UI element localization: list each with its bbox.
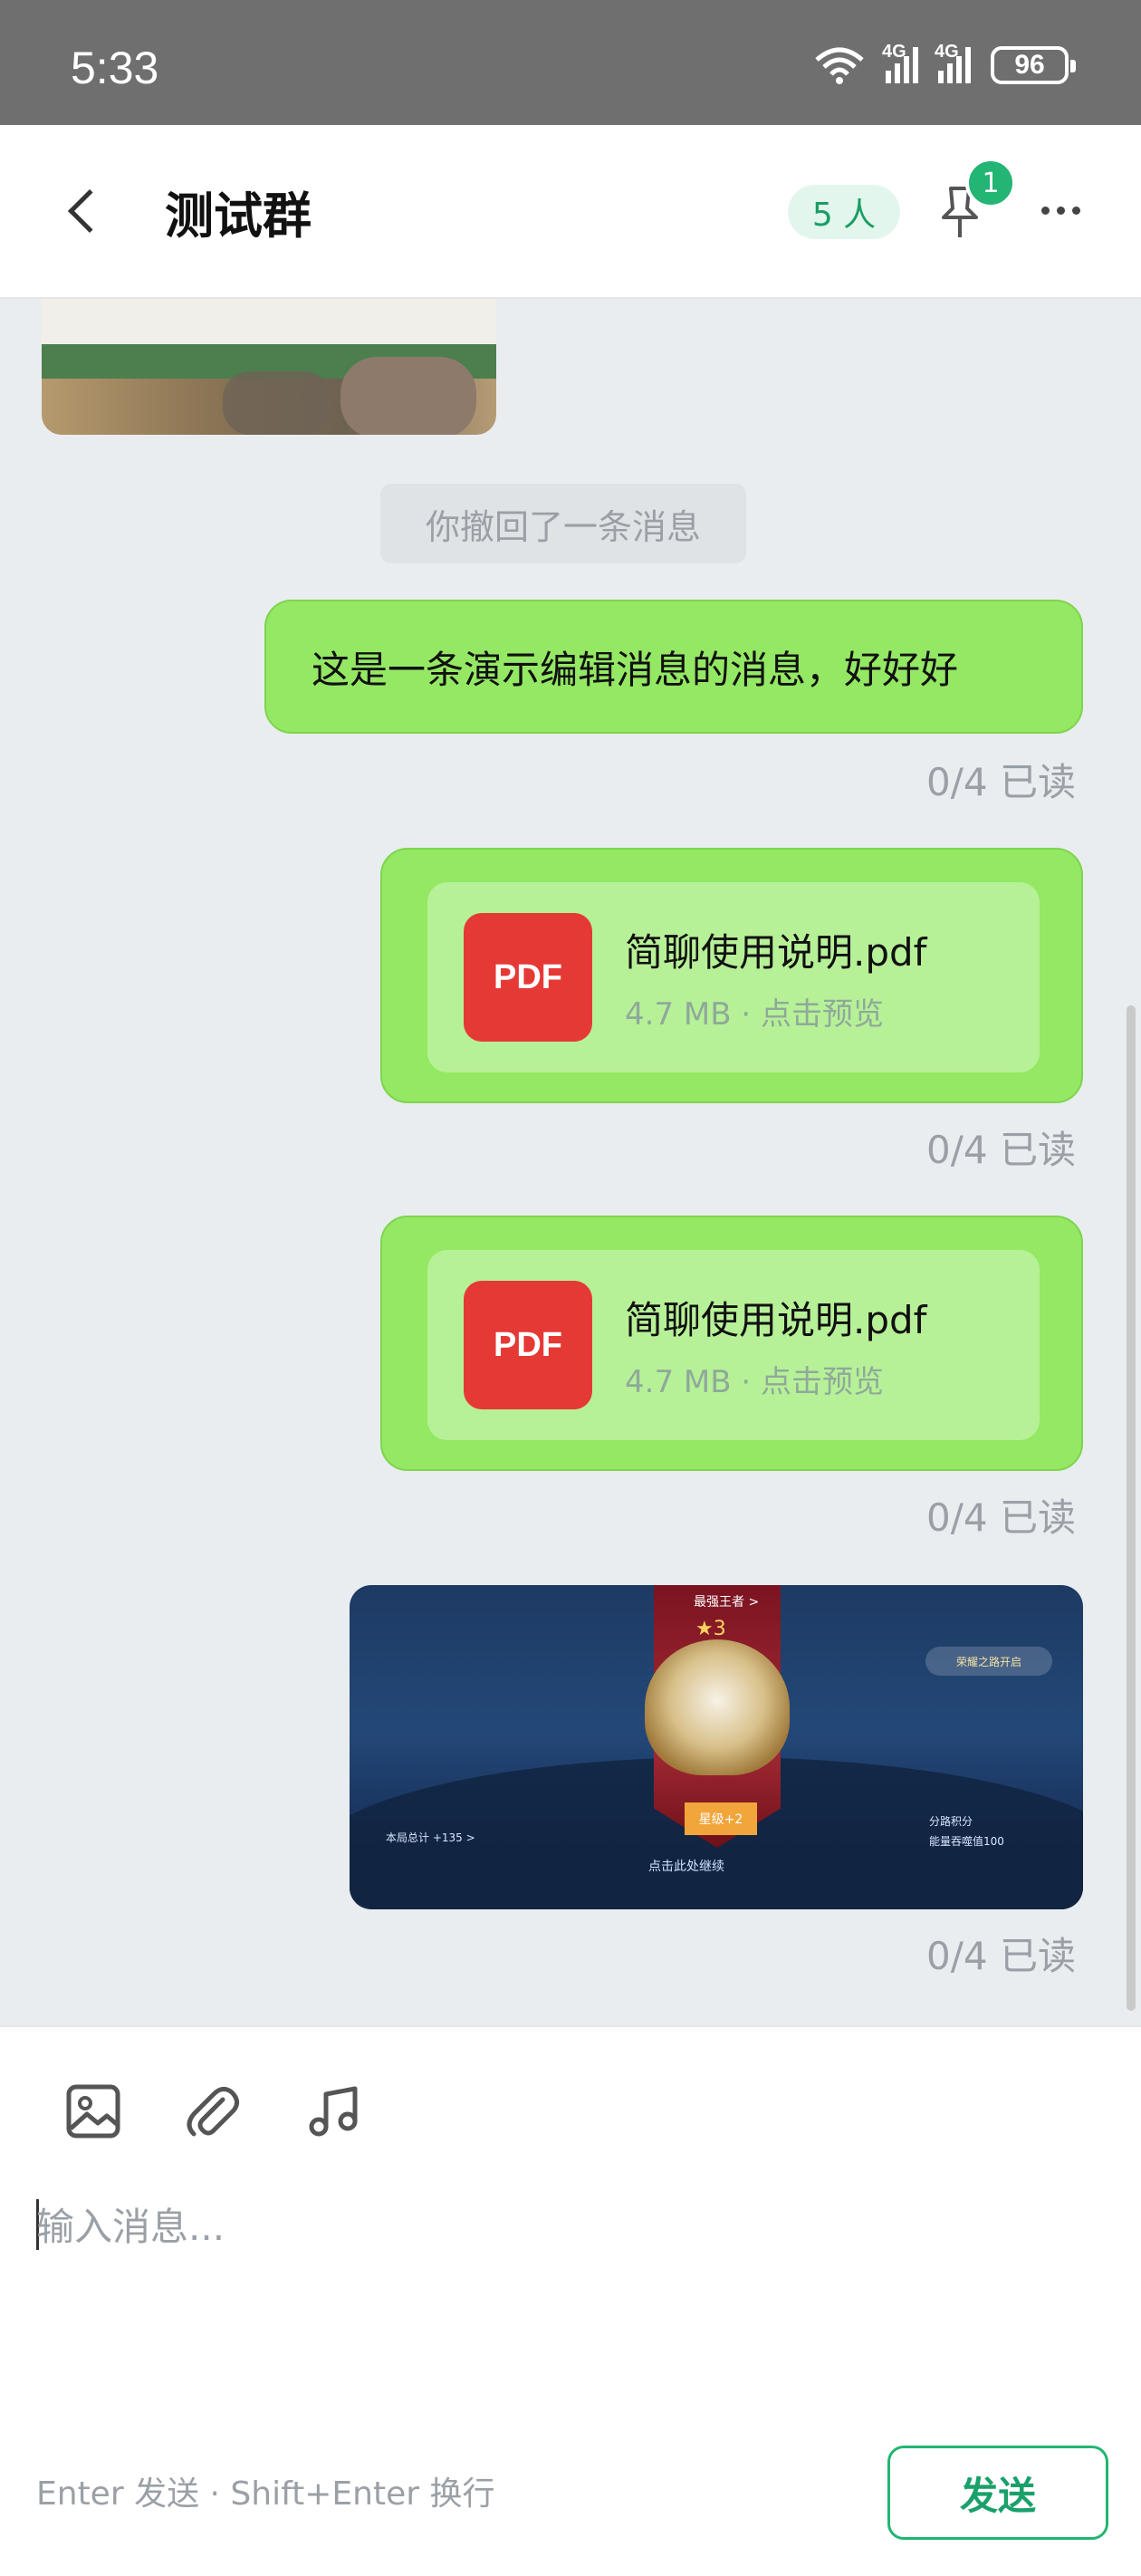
pdf-file-icon: PDF (464, 1281, 592, 1409)
pinned-count-badge: 1 (965, 158, 1016, 208)
music-icon[interactable] (304, 2081, 364, 2141)
send-button[interactable]: 发送 (887, 2446, 1108, 2540)
status-bar: 5:33 4G 4G 96 (0, 0, 1141, 125)
image-icon[interactable] (63, 2081, 123, 2141)
rank-crest-image (645, 1639, 790, 1775)
text-message-bubble[interactable]: 这是一条演示编辑消息的消息，好好好 (264, 600, 1083, 734)
image-message[interactable] (42, 299, 496, 435)
file-message-bubble[interactable]: PDF 简聊使用说明.pdf 4.7 MB · 点击预览 (380, 848, 1083, 1103)
status-time: 5:33 (71, 43, 159, 93)
revoked-notice: 你撤回了一条消息 (380, 484, 746, 563)
file-meta: 4.7 MB · 点击预览 (625, 1364, 884, 1400)
chevron-left-icon (67, 188, 112, 234)
game-screenshot-image-message[interactable]: 最强王者 > ★3 星级+2 点击此处继续 本局总计 +135 > 荣耀之路开启… (350, 1585, 1083, 1909)
read-status: 0/4 已读 (926, 1495, 1076, 1540)
message-input[interactable] (36, 2181, 1105, 2272)
keyboard-hint: Enter 发送 · Shift+Enter 换行 (36, 2475, 495, 2513)
file-name: 简聊使用说明.pdf (625, 930, 927, 975)
battery-indicator: 96 (991, 46, 1076, 84)
status-icons: 4G 4G 96 (813, 42, 1076, 85)
message-composer: Enter 发送 · Shift+Enter 换行 发送 (0, 2025, 1141, 2576)
file-card[interactable]: PDF 简聊使用说明.pdf 4.7 MB · 点击预览 (427, 882, 1040, 1072)
scrollbar[interactable] (1127, 1005, 1136, 2011)
member-count-badge[interactable]: 5 人 (788, 185, 900, 239)
signal-strength-2-icon: 4G (935, 42, 971, 83)
file-meta: 4.7 MB · 点击预览 (625, 996, 884, 1033)
back-button[interactable] (54, 176, 127, 248)
signal-strength-1-icon: 4G (882, 42, 918, 83)
message-text: 这是一条演示编辑消息的消息，好好好 (312, 647, 959, 692)
group-title: 测试群 (165, 187, 312, 245)
paperclip-icon[interactable] (181, 2081, 241, 2141)
message-list[interactable]: 你撤回了一条消息 这是一条演示编辑消息的消息，好好好 0/4 已读 PDF 简聊… (0, 299, 1141, 2025)
file-message-bubble[interactable]: PDF 简聊使用说明.pdf 4.7 MB · 点击预览 (380, 1216, 1083, 1471)
wifi-icon (815, 47, 864, 84)
pdf-file-icon: PDF (464, 913, 592, 1042)
file-name: 简聊使用说明.pdf (625, 1298, 927, 1342)
read-status: 0/4 已读 (926, 760, 1076, 804)
read-status: 0/4 已读 (926, 1934, 1076, 1978)
file-card[interactable]: PDF 简聊使用说明.pdf 4.7 MB · 点击预览 (427, 1250, 1040, 1440)
more-options-icon[interactable] (1041, 207, 1080, 215)
read-status: 0/4 已读 (926, 1128, 1076, 1172)
chat-header: 测试群 5 人 1 (0, 125, 1141, 299)
